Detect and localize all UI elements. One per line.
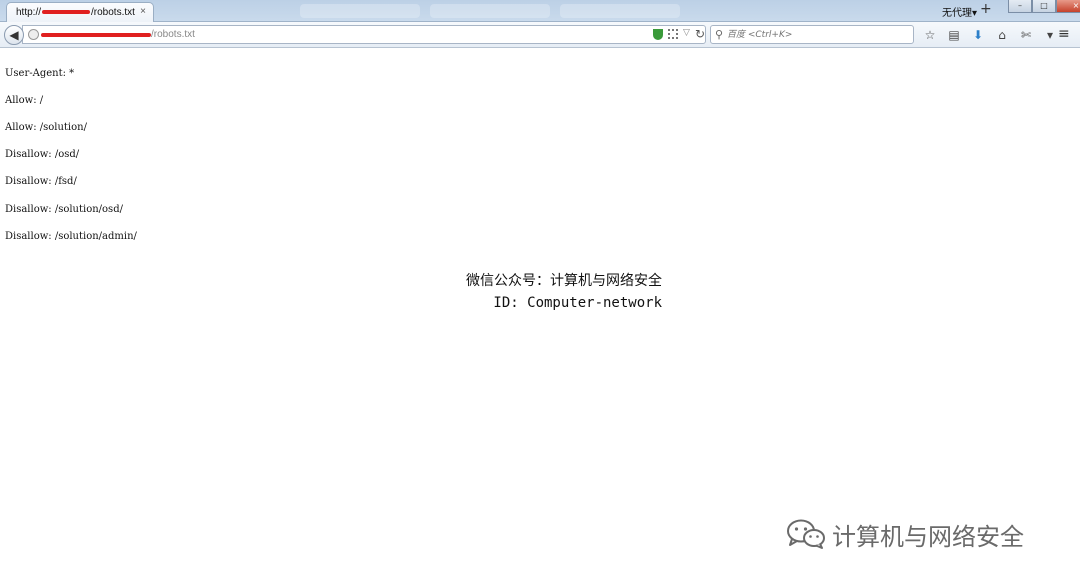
tab-close-icon[interactable]: × (140, 6, 146, 17)
redaction-mark (42, 10, 91, 15)
close-window-button[interactable]: × (1056, 0, 1080, 13)
back-button[interactable]: ◀ (4, 25, 24, 45)
screenshot-icon[interactable]: ✄ (1014, 26, 1038, 44)
wechat-icon (787, 519, 825, 549)
search-icon: ⚲ (715, 28, 724, 41)
robots-line: Allow: / (5, 94, 44, 106)
bookmark-star-icon[interactable]: ☆ (918, 26, 942, 44)
window-controls: – □ × (1008, 0, 1080, 13)
navigation-bar: /robots.txt ▽ ↻ ◀ ⚲ ☆ ▤ ⬇ ⌂ ✄ ▾ ≡ (0, 22, 1080, 48)
url-path: /robots.txt (151, 29, 195, 40)
tab-strip: http:// /robots.txt × 无代理▾ + – □ × (0, 0, 1080, 23)
robots-line: User-Agent: * (5, 67, 75, 79)
minimize-button[interactable]: – (1008, 0, 1032, 13)
robots-line: Disallow: /solution/admin/ (5, 230, 137, 242)
robots-line: Disallow: /osd/ (5, 149, 80, 161)
robots-line: Disallow: /solution/osd/ (5, 203, 123, 215)
reload-icon[interactable]: ↻ (695, 27, 705, 41)
robots-line: Disallow: /fsd/ (5, 176, 77, 188)
shield-icon[interactable] (653, 29, 663, 40)
toolbar: ☆ ▤ ⬇ ⌂ ✄ ▾ (918, 26, 1062, 44)
tab-title-suffix: /robots.txt (91, 7, 135, 18)
watermark-text: 计算机与网络安全 (832, 522, 1024, 551)
home-icon[interactable]: ⌂ (990, 26, 1014, 44)
qr-code-icon[interactable] (668, 29, 678, 39)
inactive-tab-placeholder (300, 4, 420, 18)
overlay-account-name: 微信公众号：计算机与网络安全 (466, 273, 662, 289)
tab-title-prefix: http:// (16, 7, 42, 18)
inactive-tab-placeholder (560, 4, 680, 18)
watermark: 计算机与网络安全 (786, 517, 1024, 551)
back-arrow-icon: ◀ (9, 28, 19, 42)
search-bar[interactable]: ⚲ (710, 25, 914, 44)
robots-txt-content: User-Agent: * Allow: / Allow: /solution/… (5, 53, 137, 257)
redaction-mark (41, 33, 151, 37)
robots-line: Allow: /solution/ (5, 121, 87, 133)
url-bar[interactable]: /robots.txt ▽ ↻ (22, 25, 706, 44)
inactive-tab-placeholder (430, 4, 550, 18)
url-history-dropdown-icon[interactable]: ▽ (683, 28, 690, 38)
proxy-selector[interactable]: 无代理▾ (942, 4, 977, 19)
new-tab-button[interactable]: + (980, 1, 992, 17)
maximize-button[interactable]: □ (1032, 0, 1056, 13)
wechat-account-overlay: 微信公众号：计算机与网络安全 ID: Computer-network (416, 270, 662, 314)
menu-icon[interactable]: ≡ (1058, 26, 1070, 42)
search-input[interactable] (727, 27, 907, 42)
reading-list-icon[interactable]: ▤ (942, 26, 966, 44)
download-icon[interactable]: ⬇ (966, 26, 990, 44)
overlay-account-id: ID: Computer-network (493, 295, 662, 311)
site-identity-icon[interactable] (28, 29, 39, 40)
tab-robots-txt[interactable]: http:// /robots.txt × (6, 2, 154, 23)
